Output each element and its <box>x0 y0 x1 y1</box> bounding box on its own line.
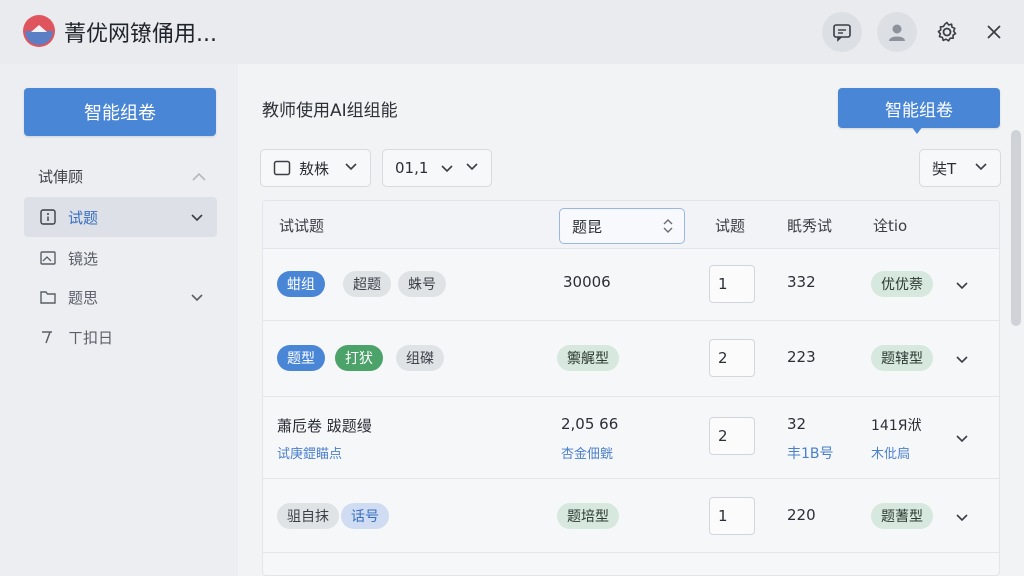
tag: 话号 <box>341 503 389 529</box>
row-score-sub: 丰1B号 <box>787 446 834 462</box>
checkbox-icon <box>273 160 291 176</box>
column-header: 试试题 <box>279 217 325 235</box>
main-panel: 教师使用AI组组能 智能组卷 敖株 01,1 奘T 试试题 题昆 试题 眂秀试 … <box>238 64 1024 576</box>
row-value: 籞艉型 <box>557 345 619 371</box>
status-badge: 题辖型 <box>871 345 933 371</box>
type-filter-value: 敖株 <box>299 159 330 178</box>
row-value: 30006 <box>563 273 611 291</box>
row-value-sub: 杏金佃皝 <box>561 447 614 462</box>
title-bar: 菁优网镣俑用... <box>0 0 1024 64</box>
sidebar-item-label: 镜选 <box>68 249 99 268</box>
folder-icon <box>38 287 58 307</box>
row-score: 332 <box>787 273 816 291</box>
row-score: 32 <box>787 415 807 433</box>
row-title: 蕭卮卷 跋题缦 <box>277 417 372 435</box>
sort-filter-value: 奘T <box>932 159 957 178</box>
table-row[interactable]: 题型 打犾 组磔 籞艉型 2 223 题辖型 <box>263 321 999 397</box>
sort-arrows-icon <box>662 218 674 238</box>
row-score: 223 <box>787 348 816 366</box>
quantity-input[interactable]: 1 <box>709 497 755 535</box>
quantity-input[interactable]: 2 <box>709 339 755 377</box>
sort-filter[interactable]: 奘T <box>919 149 1001 187</box>
chevron-down-icon <box>189 209 205 229</box>
chevron-down-icon <box>465 159 479 177</box>
avatar-button[interactable] <box>877 12 917 52</box>
chevron-down-icon <box>974 159 988 177</box>
settings-button[interactable] <box>927 12 967 52</box>
image-icon <box>38 248 58 268</box>
row-status-sub: 木仳扃 <box>871 447 911 462</box>
sidebar-item-folder[interactable]: 题思 <box>24 277 217 317</box>
quantity-input[interactable]: 1 <box>709 265 755 303</box>
status-badge: 题蓍型 <box>871 503 933 529</box>
tag: 蛛号 <box>398 271 446 297</box>
column-header: 诠tio <box>873 217 908 235</box>
sidebar-item-label: 试题 <box>68 208 99 227</box>
table-header: 试试题 题昆 试题 眂秀试 诠tio <box>263 201 999 249</box>
chevron-down-icon <box>189 289 205 309</box>
status-badge: 优优萘 <box>871 271 933 297</box>
table-row[interactable]: 蚶组 超题 蛛号 30006 1 332 优优萘 <box>263 249 999 321</box>
app-title: 菁优网镣俑用... <box>64 22 217 47</box>
sort-select-value: 题昆 <box>572 217 603 236</box>
page-title: 教师使用AI组组能 <box>262 101 398 121</box>
sidebar-item-label: ㄒ扣日 <box>68 328 114 347</box>
sidebar: 智能组卷 试俥顾 试题 镜选 题思 ㄒ扣日 <box>0 64 238 576</box>
quantity-input[interactable]: 2 <box>709 417 755 455</box>
column-header: 试题 <box>715 217 746 235</box>
smart-compose-button[interactable]: 智能组卷 <box>24 88 216 136</box>
chevron-down-icon <box>344 159 358 177</box>
date-filter-value: 01,1 <box>395 159 429 177</box>
button-pointer <box>911 126 923 134</box>
tag: 题型 <box>277 345 325 371</box>
question-icon <box>38 207 58 227</box>
sidebar-item-tool[interactable]: ㄒ扣日 <box>24 317 217 357</box>
tag: 驵自抹 <box>277 503 339 529</box>
close-button[interactable] <box>974 12 1014 52</box>
column-header: 眂秀试 <box>787 217 833 235</box>
tag: 组磔 <box>396 345 444 371</box>
row-value: 题培型 <box>557 503 619 529</box>
row-value: 2,05 66 <box>561 415 619 433</box>
sidebar-item-label: 题思 <box>68 288 99 307</box>
row-subtitle: 试庚鎠瞄点 <box>277 447 343 462</box>
table-row[interactable]: 蕭卮卷 跋题缦 试庚鎠瞄点 2,05 66 杏金佃皝 2 32 丰1B号 141… <box>263 397 999 479</box>
chevron-down-icon <box>440 161 454 175</box>
sidebar-item-questions[interactable]: 试题 <box>24 197 217 237</box>
tag: 打犾 <box>335 345 383 371</box>
app-logo-icon <box>22 14 56 48</box>
chevron-down-icon[interactable] <box>955 509 969 528</box>
close-icon <box>985 23 1003 41</box>
tool-icon <box>38 327 58 347</box>
chevron-up-icon[interactable] <box>190 168 208 187</box>
gear-icon <box>935 20 959 44</box>
chevron-down-icon[interactable] <box>955 351 969 370</box>
date-filter[interactable]: 01,1 <box>382 149 492 187</box>
chat-icon <box>831 21 853 43</box>
table-row[interactable]: 驵自抹 话号 题培型 1 220 题蓍型 <box>263 479 999 553</box>
tag: 超题 <box>343 271 391 297</box>
smart-compose-top-button[interactable]: 智能组卷 <box>838 88 1000 128</box>
scrollbar[interactable] <box>1011 130 1021 326</box>
chevron-down-icon[interactable] <box>955 430 969 449</box>
type-filter[interactable]: 敖株 <box>260 149 371 187</box>
sidebar-section-label: 试俥顾 <box>38 168 84 186</box>
row-score: 220 <box>787 506 816 524</box>
tag: 蚶组 <box>277 271 325 297</box>
user-icon <box>886 21 908 43</box>
sort-select[interactable]: 题昆 <box>559 208 685 244</box>
sidebar-item-select[interactable]: 镜选 <box>24 238 217 278</box>
chevron-down-icon[interactable] <box>955 277 969 296</box>
chat-button[interactable] <box>822 12 862 52</box>
question-table: 试试题 题昆 试题 眂秀试 诠tio 蚶组 超题 蛛号 30006 1 332 … <box>262 200 1000 576</box>
row-status: 141Я洑 <box>871 418 922 434</box>
